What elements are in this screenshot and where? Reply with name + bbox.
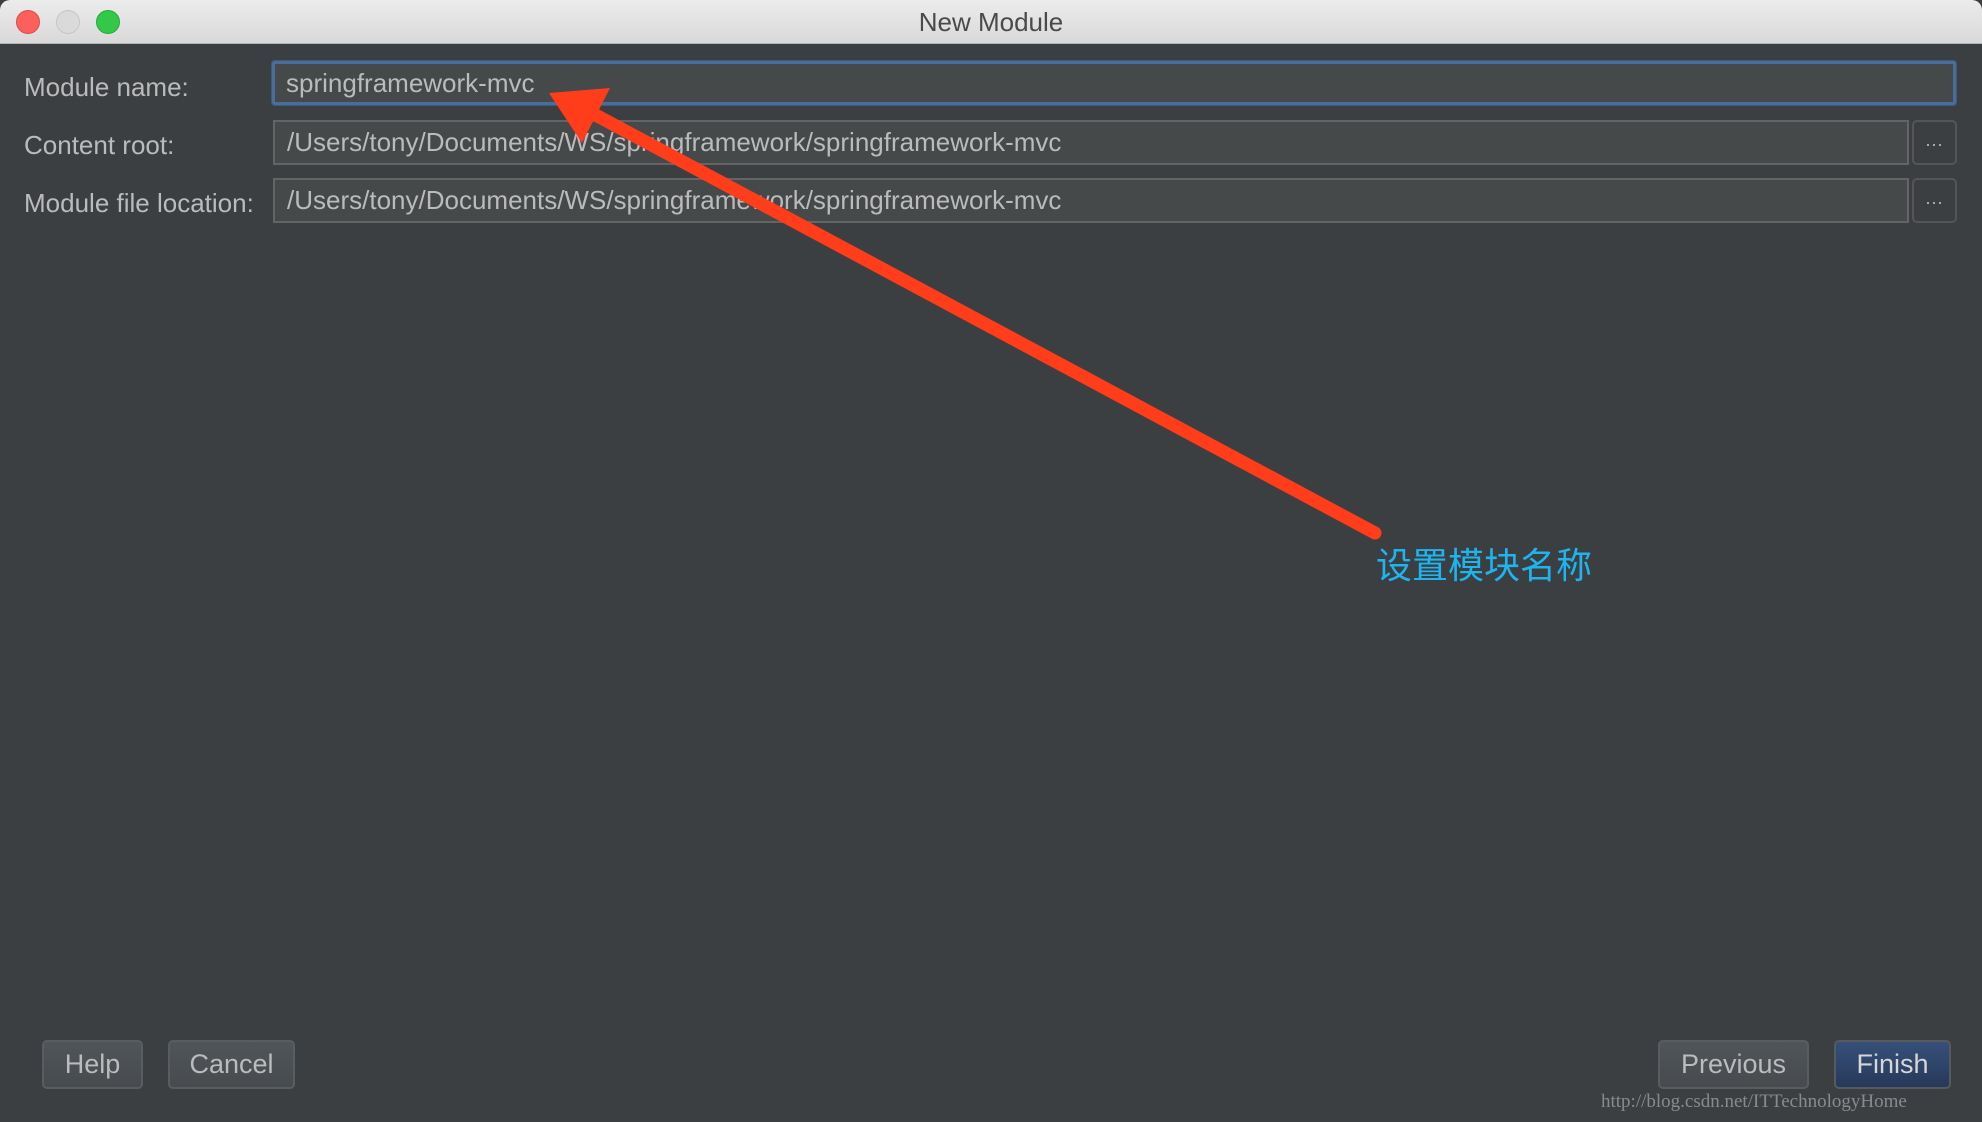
module-name-input[interactable]: springframework-mvc	[272, 61, 1956, 105]
annotation-text: 设置模块名称	[1376, 546, 1593, 587]
help-button[interactable]: Help	[42, 1040, 143, 1089]
module-name-label: Module name:	[24, 72, 189, 102]
finish-button[interactable]: Finish	[1834, 1040, 1951, 1089]
content-root-label: Content root:	[24, 130, 175, 160]
previous-button[interactable]: Previous	[1658, 1040, 1809, 1089]
module-file-location-label: Module file location:	[24, 188, 254, 218]
content-root-input[interactable]: /Users/tony/Documents/WS/springframework…	[273, 120, 1909, 165]
new-module-dialog: New Module Module name: springframework-…	[0, 0, 1982, 1122]
content-root-browse-button[interactable]: ...	[1912, 120, 1957, 165]
annotation-arrow	[549, 88, 1382, 540]
module-file-location-input[interactable]: /Users/tony/Documents/WS/springframework…	[273, 178, 1909, 223]
module-file-location-browse-button[interactable]: ...	[1912, 178, 1957, 223]
watermark: http://blog.csdn.net/ITTechnologyHome	[1601, 1091, 1907, 1112]
title-bar: New Module	[0, 0, 1982, 44]
window-title: New Module	[918, 7, 1064, 37]
cancel-button[interactable]: Cancel	[168, 1040, 295, 1089]
arrow-shaft	[583, 105, 1382, 540]
